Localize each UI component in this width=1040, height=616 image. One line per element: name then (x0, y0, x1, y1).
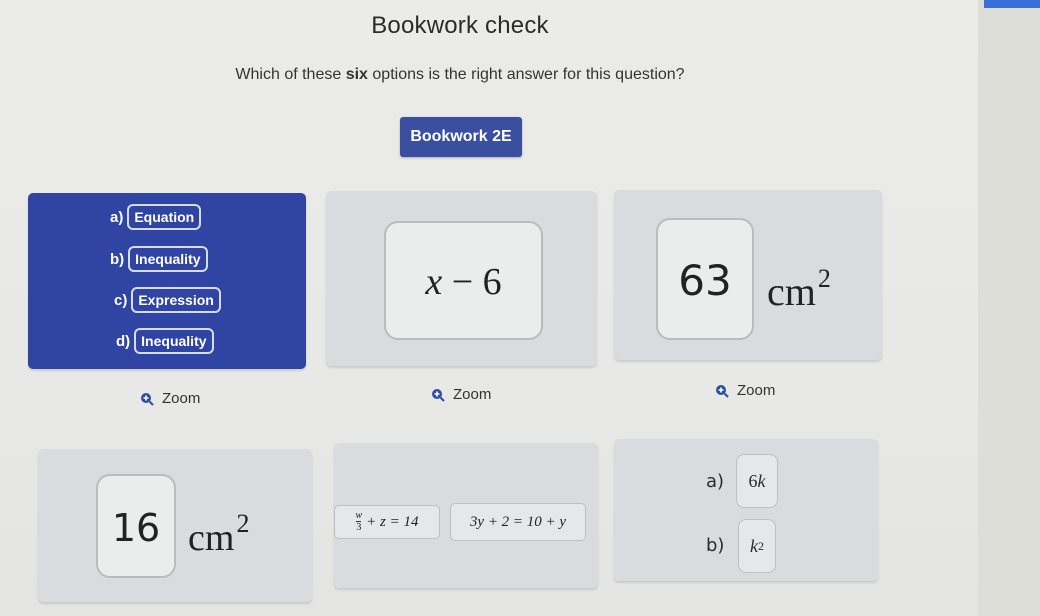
bookwork-code-button[interactable]: Bookwork 2E (400, 117, 522, 157)
expression: x − 6 (386, 260, 541, 304)
fraction: w3 (355, 511, 362, 533)
part-letter-b: b) (706, 535, 725, 556)
answer-option-1[interactable]: a) Equation b) Inequality c) Expression d) I… (28, 193, 306, 369)
zoom-link-1[interactable]: Zoom (140, 390, 200, 407)
unit-power: 2 (236, 509, 250, 538)
zoom-label: Zoom (737, 382, 776, 399)
zoom-in-icon (432, 388, 445, 402)
term-power: 2 (758, 538, 764, 553)
option-row: c) Expression (114, 287, 221, 313)
expr-variable: x (425, 261, 443, 303)
area-value: 63 (678, 256, 732, 305)
fraction-numerator: w (355, 510, 363, 521)
row-label: Inequality (128, 246, 208, 272)
answer-option-4[interactable]: 16 cm2 (38, 449, 312, 602)
option-row: b) Inequality (110, 246, 208, 272)
term-box-b: k2 (738, 519, 776, 573)
fraction-denominator: 3 (356, 521, 362, 533)
expr-operator: − (451, 261, 474, 303)
area-value: 16 (111, 506, 161, 550)
answer-option-5[interactable]: w3 + z = 14 3y + 2 = 10 + y (334, 443, 598, 588)
question-prefix: Which of these (235, 66, 346, 83)
unit-power: 2 (817, 264, 831, 293)
expr-number: 6 (482, 261, 502, 303)
row-letter: a) (110, 208, 124, 226)
zoom-label: Zoom (162, 390, 201, 407)
page: Bookwork check Which of these six option… (0, 0, 978, 616)
expression-box: x − 6 (384, 221, 543, 340)
area-unit: cm2 (767, 264, 831, 315)
value-box: 16 (96, 474, 176, 578)
equation-rest: + z = 14 (366, 513, 419, 530)
page-title: Bookwork check (371, 12, 549, 39)
zoom-in-icon (716, 384, 729, 398)
unit-base: cm (767, 269, 816, 314)
zoom-label: Zoom (453, 386, 492, 403)
term-coef: 6 (748, 470, 758, 491)
zoom-in-icon (141, 392, 154, 406)
term-box-a: 6k (736, 454, 778, 508)
zoom-link-2[interactable]: Zoom (431, 386, 491, 403)
zoom-link-3[interactable]: Zoom (715, 382, 775, 399)
answer-option-2[interactable]: x − 6 (326, 191, 597, 366)
row-letter: c) (114, 291, 128, 309)
option-row: a) Equation (110, 204, 202, 230)
row-label: Inequality (134, 328, 214, 354)
equation-text: 3y + 2 = 10 + y (469, 513, 567, 530)
value-box: 63 (656, 218, 754, 340)
row-label: Equation (127, 204, 202, 230)
accent-strip (984, 0, 1040, 8)
answer-option-3[interactable]: 63 cm2 (614, 190, 882, 360)
row-label: Expression (131, 287, 221, 313)
equation-box-1: w3 + z = 14 (334, 505, 440, 539)
term-var: k (757, 470, 766, 491)
part-letter-a: a) (706, 471, 725, 492)
unit-base: cm (188, 517, 235, 559)
row-letter: d) (116, 332, 131, 350)
equation-box-2: 3y + 2 = 10 + y (450, 503, 586, 541)
option-row: d) Inequality (116, 328, 214, 354)
answer-option-6[interactable]: a) 6k b) k2 (614, 439, 878, 581)
window-edge (978, 0, 1040, 616)
area-unit: cm2 (188, 509, 249, 560)
row-letter: b) (110, 250, 125, 268)
term-var: k (750, 535, 758, 556)
question-text: Which of these six options is the right … (0, 66, 920, 84)
question-bold: six (345, 66, 368, 83)
question-suffix: options is the right answer for this que… (367, 66, 685, 83)
